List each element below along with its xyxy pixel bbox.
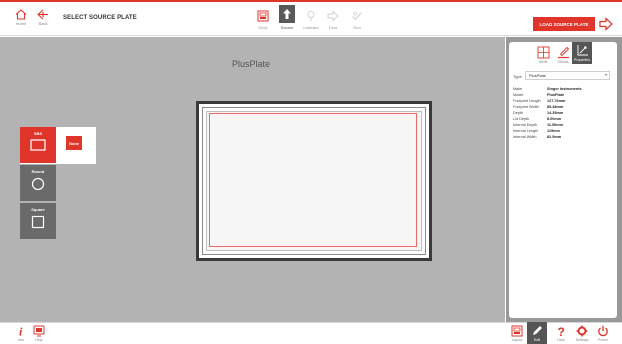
settings-label: Settings — [575, 338, 589, 342]
page-title: SELECT SOURCE PLATE — [63, 15, 137, 21]
tab-offsets-label: Offsets — [557, 60, 569, 64]
help-screen-button[interactable]: Help — [30, 325, 48, 342]
step-run[interactable]: Run — [346, 9, 368, 30]
well-type-square[interactable]: Square — [20, 203, 56, 239]
well-type-round[interactable]: Round — [20, 165, 56, 201]
load-source-plate-button[interactable]: LOAD SOURCE PLATE — [533, 17, 595, 31]
top-accent-line — [0, 0, 622, 2]
plate-type-value: PlusPlate — [529, 73, 546, 78]
home-icon — [15, 9, 27, 20]
step-source[interactable]: Source — [276, 5, 298, 30]
edit-button[interactable]: Edit — [527, 322, 547, 344]
tab-offsets[interactable]: Offsets — [553, 44, 573, 64]
property-value: 82.5mm — [547, 135, 562, 139]
svg-text:i: i — [19, 325, 23, 337]
type-label: Type — [513, 74, 522, 79]
edit-label: Edit — [533, 338, 541, 342]
well-type-square-label: Square — [31, 207, 45, 212]
square-icon — [31, 215, 45, 229]
gear-icon — [576, 325, 588, 337]
plate-type-select[interactable]: PlusPlate ▾ — [525, 71, 610, 80]
plate-name-text: PlusPlate — [231, 59, 271, 69]
info-button[interactable]: i Info — [12, 325, 30, 342]
svg-text:?: ? — [558, 325, 565, 337]
step-destination-label: Dest — [328, 25, 338, 30]
home-button[interactable]: Home — [14, 9, 28, 26]
power-icon — [598, 325, 608, 337]
layout-label: Layout — [511, 338, 523, 342]
info-label: Info — [18, 338, 24, 342]
pin-icon — [304, 9, 318, 23]
property-key: Internal Width — [513, 135, 537, 139]
step-destination[interactable]: Dest — [322, 9, 344, 30]
deck-layout-icon — [256, 9, 270, 23]
help-screen-label: Help — [35, 338, 43, 342]
dimensions-icon — [577, 45, 588, 56]
plate-usable-area-outline — [209, 113, 417, 247]
check-icon — [350, 9, 364, 23]
tab-wells[interactable]: Wells — [533, 44, 553, 64]
well-type-sbs[interactable]: SBS — [20, 127, 56, 163]
back-arrow-icon — [37, 9, 48, 20]
circle-icon — [31, 177, 45, 191]
tab-properties-label: Properties — [574, 58, 590, 62]
step-deck-label: Deck — [258, 25, 268, 30]
back-label: Back — [38, 21, 48, 26]
back-button[interactable]: Back — [36, 9, 50, 26]
well-type-sbs-label: SBS — [33, 131, 43, 136]
question-icon: ? — [558, 325, 565, 337]
properties-card — [509, 42, 617, 318]
well-type-round-label: Round — [31, 169, 45, 174]
tab-properties[interactable]: Properties — [572, 42, 592, 64]
help-label: Help — [557, 338, 565, 342]
power-button[interactable]: Power — [594, 325, 612, 342]
rectangle-icon — [30, 139, 46, 151]
step-run-label: Run — [353, 25, 361, 30]
help-screen-icon — [33, 325, 45, 337]
step-labware-label: Labware — [303, 25, 319, 30]
grid-icon — [537, 46, 549, 59]
pipette-icon — [557, 46, 569, 59]
property-row: Internal Width 82.5mm — [513, 134, 613, 140]
power-label: Power — [598, 338, 608, 342]
settings-button[interactable]: Settings — [573, 325, 591, 342]
step-source-label: Source — [280, 25, 294, 30]
step-deck[interactable]: Deck — [252, 9, 274, 30]
info-icon: i — [19, 325, 23, 337]
load-arrow-icon[interactable] — [598, 17, 614, 31]
well-none-button[interactable]: None — [66, 136, 82, 150]
tab-wells-label: Wells — [538, 60, 548, 64]
layout-button[interactable]: Layout — [508, 325, 526, 342]
up-arrow-icon — [279, 5, 295, 23]
pencil-icon — [533, 326, 542, 335]
chevron-down-icon: ▾ — [604, 72, 607, 77]
layout-icon — [511, 325, 523, 337]
step-labware[interactable]: Labware — [300, 9, 322, 30]
arrow-right-icon — [326, 9, 340, 23]
home-label: Home — [15, 21, 27, 26]
help-button[interactable]: ? Help — [552, 325, 570, 342]
